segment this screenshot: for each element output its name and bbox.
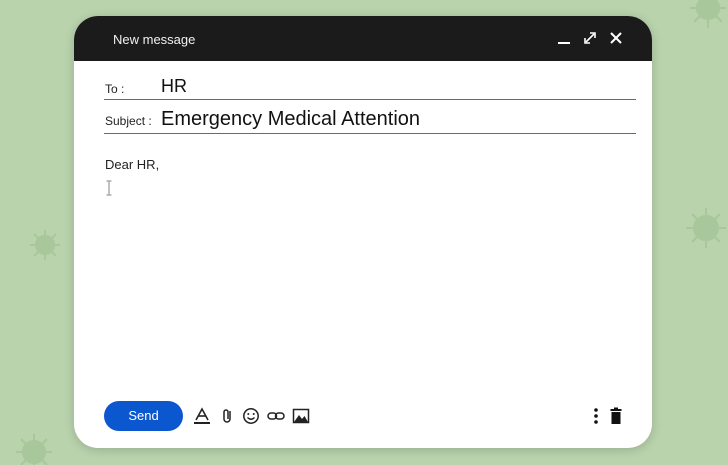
more-options-icon[interactable] [587,407,605,425]
subject-field[interactable]: Emergency Medical Attention [161,108,420,131]
compose-titlebar: New message [74,16,652,61]
to-label: To : [105,82,125,96]
attach-icon[interactable] [219,407,237,425]
text-format-icon[interactable] [193,407,211,425]
virus-decoration-icon [30,230,60,260]
close-icon[interactable] [608,30,624,46]
text-cursor-icon [106,180,112,196]
link-icon[interactable] [267,407,285,425]
virus-decoration-icon [686,208,726,248]
send-button[interactable]: Send [104,401,183,431]
trash-icon[interactable] [607,407,625,425]
insert-photo-icon[interactable] [292,407,310,425]
compose-title: New message [113,32,196,47]
subject-label: Subject : [105,114,152,128]
compose-window: New message To : HR Subject : Emergency … [74,16,652,448]
to-row[interactable]: To : HR [104,68,636,100]
emoji-icon[interactable] [242,407,260,425]
message-body[interactable]: Dear HR, [105,157,159,172]
minimize-icon[interactable] [556,30,572,46]
expand-icon[interactable] [582,30,598,46]
virus-decoration-icon [16,434,52,465]
to-field[interactable]: HR [161,76,187,97]
virus-decoration-icon [690,0,726,28]
subject-row[interactable]: Subject : Emergency Medical Attention [104,103,636,134]
